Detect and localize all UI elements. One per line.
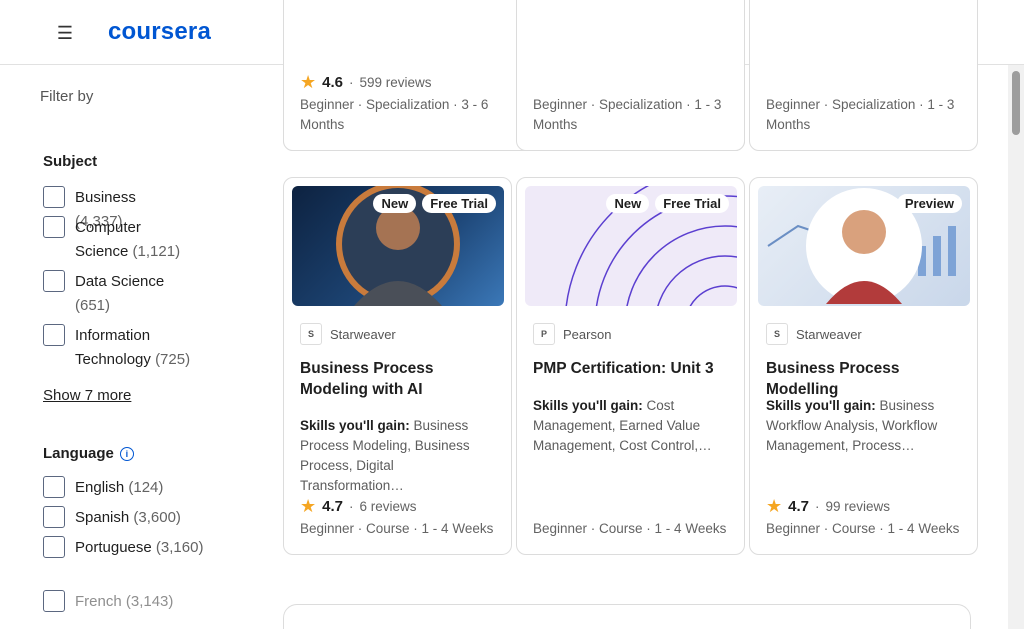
- course-card[interactable]: Beginner · Specialization · 1 - 3 Months: [516, 0, 745, 151]
- skills-text: Skills you'll gain: Business Workflow An…: [766, 396, 964, 456]
- filter-label: Information Technology: [75, 327, 151, 368]
- hamburger-menu-icon[interactable]: ☰: [52, 20, 78, 46]
- filter-count: (651): [75, 297, 111, 314]
- new-badge: New: [373, 194, 417, 213]
- course-meta: Beginner · Course · 1 - 4 Weeks: [300, 521, 494, 536]
- separator: ·: [815, 499, 820, 514]
- filter-information-technology[interactable]: Information Technology (725): [43, 324, 197, 372]
- scrollbar[interactable]: [1008, 65, 1024, 629]
- language-title: Language: [43, 445, 114, 462]
- show-more-subjects-link[interactable]: Show 7 more: [43, 387, 131, 404]
- star-icon: ★: [300, 496, 317, 516]
- checkbox[interactable]: [43, 536, 65, 558]
- info-icon[interactable]: i: [119, 447, 134, 462]
- skills-label: Skills you'll gain:: [766, 398, 876, 413]
- new-badge: New: [606, 194, 650, 213]
- reviews-count: 6 reviews: [359, 499, 417, 514]
- rating-value: 4.7: [322, 498, 343, 515]
- checkbox[interactable]: [43, 324, 65, 346]
- course-meta: Beginner · Course · 1 - 4 Weeks: [533, 521, 727, 536]
- reviews-count: 599 reviews: [359, 75, 432, 90]
- separator: ·: [349, 499, 354, 514]
- course-meta: Beginner · Course · 1 - 4 Weeks: [766, 521, 960, 536]
- rating-row: ★ 4.7 · 6 reviews: [300, 496, 417, 517]
- rating-value: 4.6: [322, 74, 343, 91]
- course-title[interactable]: PMP Certification: Unit 3: [533, 358, 729, 379]
- filter-english[interactable]: English (124): [43, 476, 163, 500]
- filter-spanish[interactable]: Spanish (3,600): [43, 506, 181, 530]
- filter-label: Spanish: [75, 509, 130, 526]
- course-meta: Beginner · Specialization · 1 - 3 Months: [766, 97, 955, 132]
- star-icon: ★: [300, 72, 317, 92]
- partner-name: Starweaver: [796, 326, 862, 342]
- filter-label: French: [75, 593, 122, 610]
- rating-row: ★ 4.6 · 599 reviews: [300, 72, 432, 93]
- partner-name: Pearson: [563, 326, 612, 342]
- filter-data-science[interactable]: Data Science (651): [43, 270, 175, 318]
- next-result-card[interactable]: [283, 604, 971, 629]
- filter-by-label: Filter by: [40, 88, 94, 105]
- filter-count: (3,160): [155, 539, 204, 556]
- filter-count: (124): [128, 479, 164, 496]
- checkbox[interactable]: [43, 270, 65, 292]
- partner-name: Starweaver: [330, 326, 396, 342]
- skills-label: Skills you'll gain:: [300, 418, 410, 433]
- partner: S Starweaver: [300, 323, 396, 345]
- partner-logo-icon: S: [300, 323, 322, 345]
- filter-label: Data Science: [75, 273, 165, 290]
- skills-label: Skills you'll gain:: [533, 398, 643, 413]
- course-thumbnail[interactable]: New Free Trial: [525, 186, 737, 306]
- language-heading: Language i: [43, 445, 134, 462]
- skills-text: Skills you'll gain: Cost Management, Ear…: [533, 396, 731, 456]
- rating-row: ★ 4.7 · 99 reviews: [766, 496, 890, 517]
- reviews-count: 99 reviews: [825, 499, 891, 514]
- course-card[interactable]: Preview S Starweaver Business Process Mo…: [749, 177, 978, 555]
- filter-count: (1,121): [132, 243, 181, 260]
- scrollbar-thumb[interactable]: [1012, 71, 1020, 135]
- checkbox[interactable]: [43, 476, 65, 498]
- partner: S Starweaver: [766, 323, 862, 345]
- coursera-logo[interactable]: coursera: [108, 18, 211, 46]
- filter-count: (3,143): [125, 593, 174, 610]
- checkbox[interactable]: [43, 216, 65, 238]
- free-trial-badge: Free Trial: [655, 194, 729, 213]
- course-card[interactable]: Beginner · Specialization · 1 - 3 Months: [749, 0, 978, 151]
- separator: ·: [349, 75, 354, 90]
- course-card[interactable]: New Free Trial P Pearson PMP Certificati…: [516, 177, 745, 555]
- filter-label: English: [75, 479, 125, 496]
- course-card[interactable]: New Free Trial S Starweaver Business Pro…: [283, 177, 512, 555]
- course-thumbnail[interactable]: Preview: [758, 186, 970, 306]
- filter-french[interactable]: French (3,143): [43, 590, 173, 614]
- filter-computer-science[interactable]: Computer Science (1,121): [43, 216, 187, 264]
- filter-label: Computer Science: [75, 219, 141, 260]
- partner-logo-icon: S: [766, 323, 788, 345]
- preview-badge: Preview: [896, 194, 962, 213]
- subject-heading: Subject: [43, 153, 98, 170]
- star-icon: ★: [766, 496, 783, 516]
- checkbox[interactable]: [43, 590, 65, 612]
- rating-value: 4.7: [788, 498, 809, 515]
- course-thumbnail[interactable]: New Free Trial: [292, 186, 504, 306]
- filter-portuguese[interactable]: Portuguese (3,160): [43, 536, 203, 560]
- course-title[interactable]: Business Process Modelling: [766, 358, 962, 400]
- checkbox[interactable]: [43, 506, 65, 528]
- partner-logo-icon: P: [533, 323, 555, 345]
- free-trial-badge: Free Trial: [422, 194, 496, 213]
- filter-label: Business: [75, 189, 136, 206]
- course-meta: Beginner · Specialization · 3 - 6 Months: [300, 97, 489, 132]
- partner: P Pearson: [533, 323, 611, 345]
- course-meta: Beginner · Specialization · 1 - 3 Months: [533, 97, 722, 132]
- filter-label: Portuguese: [75, 539, 152, 556]
- filter-count: (725): [155, 351, 191, 368]
- course-title[interactable]: Business Process Modeling with AI: [300, 358, 496, 400]
- checkbox[interactable]: [43, 186, 65, 208]
- filter-count: (3,600): [133, 509, 181, 526]
- skills-text: Skills you'll gain: Business Process Mod…: [300, 416, 498, 496]
